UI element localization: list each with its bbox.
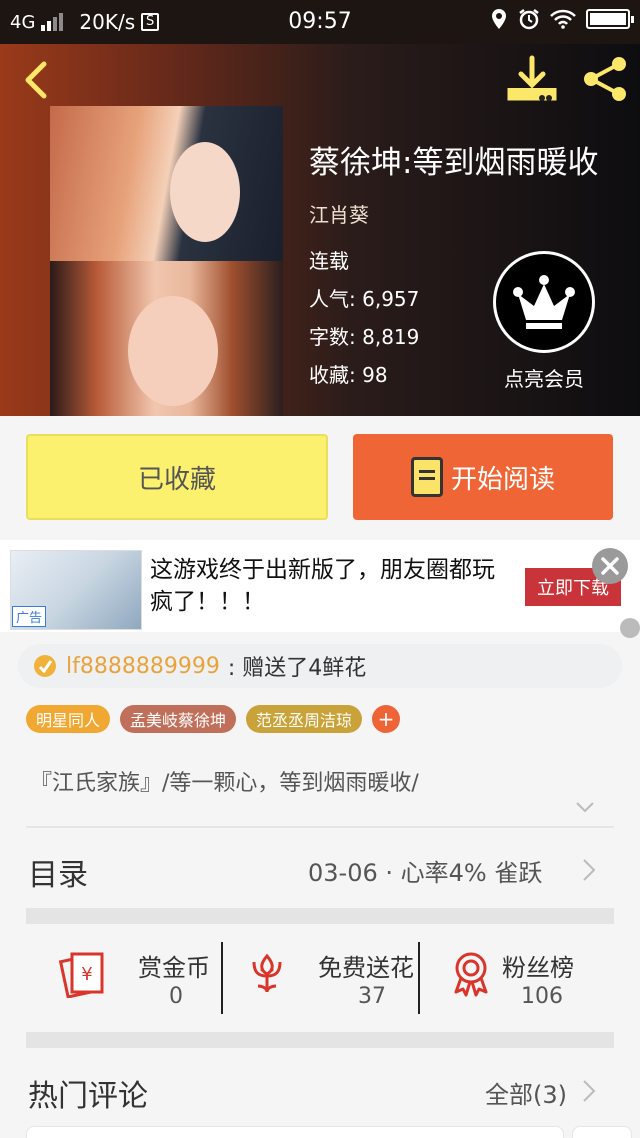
toc-title[interactable]: 目录	[28, 850, 88, 894]
gift-message: : 赠送了4鲜花	[227, 656, 367, 681]
free-flower-stat[interactable]: 免费送花 37	[242, 924, 414, 1032]
book-status: 连载	[309, 249, 349, 273]
close-icon	[601, 557, 619, 575]
popularity-row: 人气: 6,957	[309, 287, 420, 311]
wifi-icon	[550, 9, 576, 29]
ad-close-button[interactable]	[592, 548, 628, 584]
book-header: 蔡徐坤:等到烟雨暖收 江肖葵 连载 人气: 6,957 字数: 8,819 收藏…	[0, 44, 640, 416]
red-envelope-icon: ¥	[58, 952, 104, 998]
divider	[418, 942, 420, 1014]
all-comments-link[interactable]: 全部(3)	[485, 1075, 567, 1110]
ad-tag: 广告	[12, 606, 47, 627]
fan-ranking-stat[interactable]: 粉丝榜 106	[446, 924, 614, 1032]
word-count-row: 字数: 8,819	[309, 325, 420, 349]
ad-info-icon[interactable]	[620, 618, 640, 638]
comment-card[interactable]	[26, 1126, 564, 1138]
reward-coins-stat[interactable]: ¥ 赏金币 0	[54, 924, 224, 1032]
ad-banner[interactable]: 广告 这游戏终于出新版了，朋友圈都玩疯了！！！ 立即下载	[0, 540, 640, 638]
tag-item[interactable]: 明星同人	[26, 705, 111, 733]
book-cover-image[interactable]	[50, 106, 283, 416]
tag-item[interactable]: 孟美岐蔡徐坤	[120, 705, 237, 733]
alarm-icon	[519, 9, 539, 30]
chevron-right-icon[interactable]	[582, 1079, 596, 1103]
chevron-right-icon[interactable]	[582, 858, 596, 882]
crown-icon	[513, 275, 575, 329]
favorites-row: 收藏: 98	[309, 363, 388, 387]
divider	[221, 942, 223, 1014]
back-icon[interactable]	[18, 58, 58, 102]
section-separator	[26, 1032, 614, 1048]
flower-gift-notice: lf8888889999 : 赠送了4鲜花	[18, 644, 622, 688]
book-title: 蔡徐坤:等到烟雨暖收	[309, 145, 599, 181]
section-separator	[26, 908, 614, 924]
status-bar: 4G 20K/s S 09:57	[0, 0, 640, 44]
popularity-value: 6,957	[362, 287, 420, 311]
flower-badge-icon	[34, 655, 56, 677]
chevron-down-icon[interactable]	[574, 796, 596, 818]
ad-text[interactable]: 这游戏终于出新版了，朋友圈都玩疯了！！！	[150, 554, 510, 618]
battery-icon	[586, 9, 634, 29]
gift-user[interactable]: lf8888889999	[66, 654, 220, 679]
vip-crown-button[interactable]	[493, 251, 595, 353]
svg-text:¥: ¥	[81, 964, 92, 985]
divider	[26, 826, 614, 828]
tag-list: 明星同人 孟美岐蔡徐坤 范丞丞周洁琼 +	[26, 705, 401, 733]
download-icon[interactable]	[506, 54, 558, 104]
book-description: 『江氏家族』/等一颗心，等到烟雨暖收/	[30, 771, 419, 796]
flower-icon	[252, 953, 282, 993]
toc-latest-chapter[interactable]: 03-06 · 心率4% 雀跃	[308, 853, 542, 888]
vip-label[interactable]: 点亮会员	[480, 363, 608, 392]
word-count-value: 8,819	[362, 325, 420, 349]
book-icon	[410, 457, 443, 497]
location-icon	[492, 9, 506, 29]
stats-bar: ¥ 赏金币 0 免费送花 37 粉丝榜 106	[26, 924, 614, 1032]
start-reading-label: 开始阅读	[450, 464, 555, 495]
hot-comments-title: 热门评论	[28, 1079, 148, 1114]
favorited-button[interactable]: 已收藏	[26, 434, 328, 520]
favorites-value: 98	[362, 363, 388, 387]
medal-icon	[454, 952, 488, 997]
start-reading-button[interactable]: 开始阅读	[353, 434, 613, 520]
tag-item[interactable]: 范丞丞周洁琼	[246, 705, 363, 733]
action-bar: 已收藏 开始阅读	[0, 416, 640, 540]
share-icon[interactable]	[580, 54, 630, 104]
comment-card[interactable]	[572, 1126, 632, 1138]
add-tag-button[interactable]: +	[372, 705, 401, 733]
book-author[interactable]: 江肖葵	[309, 199, 369, 228]
